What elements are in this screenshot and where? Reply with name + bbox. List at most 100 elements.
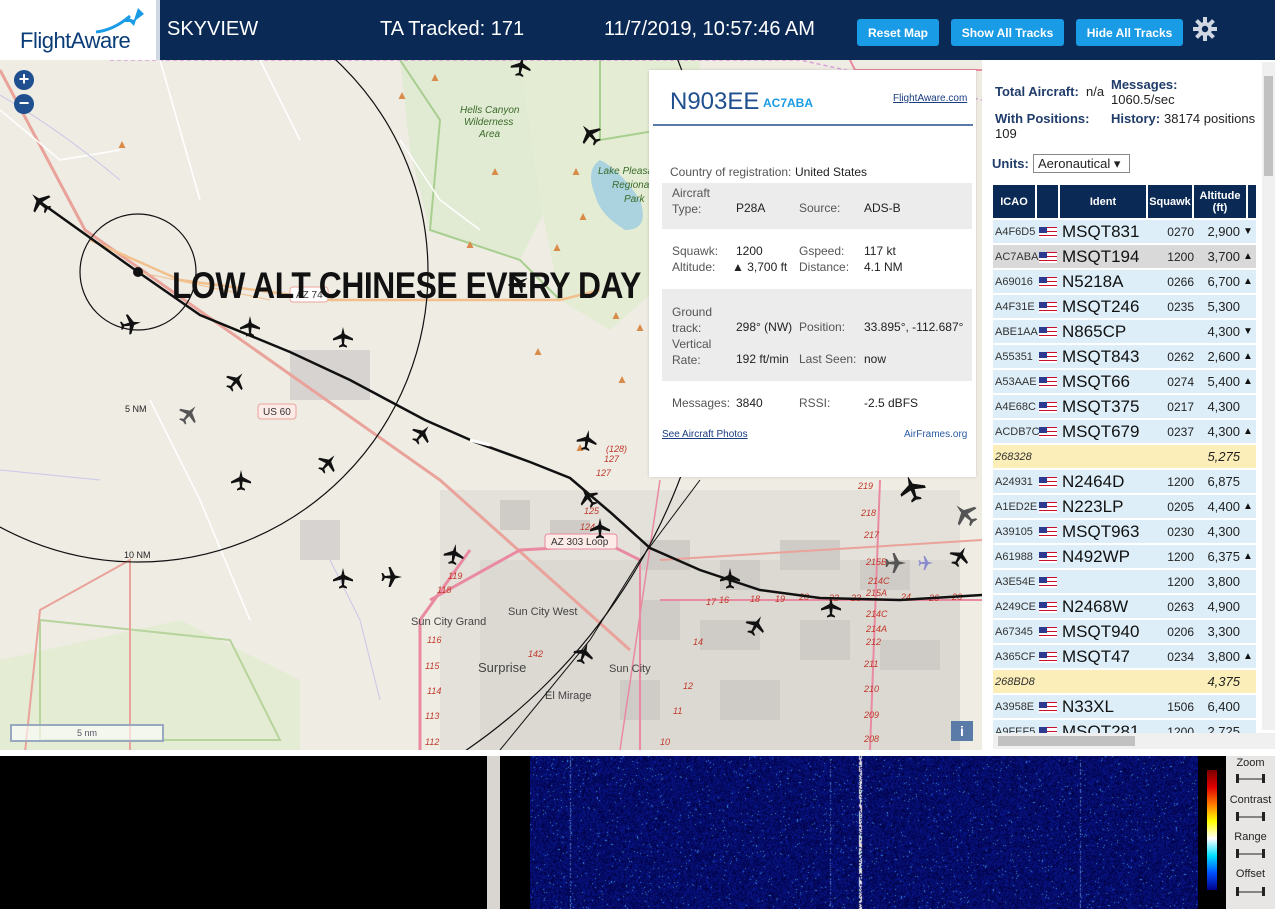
row-squawk: 1200	[1167, 575, 1194, 589]
table-row[interactable]: A4E68C MSQT375 0217 4,300	[993, 395, 1256, 419]
contrast-slider[interactable]	[1236, 812, 1266, 821]
svg-text:10: 10	[660, 737, 670, 747]
row-ident: MSQT246	[1062, 297, 1140, 316]
svg-text:112: 112	[425, 737, 439, 747]
us-flag-icon	[1039, 527, 1057, 538]
zoom-out-button[interactable]: −	[14, 94, 34, 114]
col-header-squawk[interactable]: Squawk	[1148, 185, 1194, 218]
ring-label-10nm: 10 NM	[124, 550, 151, 560]
row-icao: 268328	[995, 451, 1032, 463]
svg-text:214C: 214C	[865, 609, 888, 619]
altitude-value: ▲ 3,700 ft	[732, 260, 788, 274]
zoom-in-button[interactable]: +	[14, 70, 34, 90]
flightaware-link[interactable]: FlightAware.com	[893, 93, 967, 104]
row-squawk: 1506	[1167, 700, 1194, 714]
row-ident: MSQT940	[1062, 622, 1140, 641]
row-squawk: 0263	[1167, 600, 1194, 614]
table-row[interactable]: A4F6D5 MSQT831 0270 2,900 ▼	[993, 220, 1256, 244]
row-icao: A249CE	[995, 601, 1036, 613]
row-altitude: 6,875	[1207, 474, 1240, 489]
source-value: ADS-B	[864, 201, 901, 215]
table-row[interactable]: A3E54E 1200 3,800	[993, 570, 1256, 594]
us-flag-icon	[1039, 352, 1057, 363]
table-row[interactable]: AC7ABA MSQT194 1200 3,700 ▲	[993, 245, 1256, 269]
col-header-ident[interactable]: Ident	[1060, 185, 1148, 218]
table-row[interactable]: A55351 MSQT843 0262 2,600 ▲	[993, 345, 1256, 369]
zoom-slider[interactable]	[1236, 774, 1266, 783]
svg-text:17: 17	[706, 597, 717, 607]
table-row[interactable]: A61988 N492WP 1200 6,375 ▲	[993, 545, 1256, 569]
waterfall-colorbar	[1207, 770, 1217, 890]
row-icao: A39105	[995, 526, 1033, 538]
overlay-caption: LOW ALT CHINESE EVERY DAY	[172, 265, 641, 306]
table-row[interactable]: A67345 MSQT940 0206 3,300	[993, 620, 1256, 644]
row-ident: N492WP	[1062, 547, 1131, 566]
row-squawk: 0230	[1167, 525, 1194, 539]
table-row[interactable]: A24931 N2464D 1200 6,875	[993, 470, 1256, 494]
row-squawk: 0237	[1167, 425, 1194, 439]
table-row[interactable]: A249CE N2468W 0263 4,900	[993, 595, 1256, 619]
range-slider[interactable]	[1236, 849, 1266, 858]
svg-text:218: 218	[860, 508, 876, 518]
table-row[interactable]: ACDB7C MSQT679 0237 4,300 ▲	[993, 420, 1256, 444]
map-info-button[interactable]: i	[951, 721, 973, 741]
table-vertical-scroll-thumb[interactable]	[1264, 76, 1273, 176]
aircraft-photos-link[interactable]: See Aircraft Photos	[662, 429, 748, 440]
us-flag-icon	[1039, 277, 1057, 288]
table-row[interactable]: A365CF MSQT47 0234 3,800 ▲	[993, 645, 1256, 669]
range-label: Range	[1234, 831, 1267, 843]
table-row[interactable]: A69016 N5218A 0266 6,700 ▲	[993, 270, 1256, 294]
reset-map-button[interactable]: Reset Map	[857, 19, 939, 46]
row-ident: N33XL	[1062, 697, 1114, 716]
col-header-extra[interactable]	[1248, 185, 1256, 218]
svg-text:116: 116	[427, 635, 441, 645]
lastseen-value: now	[864, 352, 887, 366]
row-squawk	[1152, 445, 1194, 469]
flightaware-logo[interactable]: FlightAware	[0, 0, 160, 60]
row-squawk: 1200	[1167, 250, 1194, 264]
hide-all-tracks-button[interactable]: Hide All Tracks	[1076, 19, 1183, 46]
table-row[interactable]: A4F31E MSQT246 0235 5,300	[993, 295, 1256, 319]
row-ident: N865CP	[1062, 322, 1127, 341]
with-positions-value: 109	[995, 126, 1017, 141]
position-value: 33.895°, -112.687°	[864, 320, 964, 334]
airframes-link[interactable]: AirFrames.org	[904, 429, 967, 440]
table-row[interactable]: A39105 MSQT963 0230 4,300	[993, 520, 1256, 544]
table-row[interactable]: A3958E N33XL 1506 6,400	[993, 695, 1256, 719]
pane-splitter[interactable]	[487, 756, 500, 909]
row-icao: A4E68C	[995, 401, 1036, 413]
row-squawk	[1152, 670, 1194, 694]
row-ident: MSQT679	[1062, 422, 1140, 441]
site-name: SKYVIEW	[167, 18, 259, 40]
units-label: Units:	[992, 156, 1029, 171]
svg-text:142: 142	[528, 649, 543, 659]
waterfall-display[interactable]	[530, 756, 1198, 909]
spectrum-left-pane	[0, 756, 487, 909]
table-row[interactable]: 268BD8 4,375	[993, 670, 1256, 694]
waterfall-controls: Zoom Contrast Range Offset	[1226, 756, 1275, 909]
table-row[interactable]: A1ED2E N223LP 0205 4,400 ▲	[993, 495, 1256, 519]
table-row[interactable]: ABE1AA N865CP 4,300 ▼	[993, 320, 1256, 344]
show-all-tracks-button[interactable]: Show All Tracks	[951, 19, 1064, 46]
total-aircraft-label: Total Aircraft:	[995, 84, 1079, 99]
us-flag-icon	[1039, 502, 1057, 513]
squawk-value: 1200	[736, 244, 763, 258]
row-squawk: 0266	[1167, 275, 1194, 289]
table-row[interactable]: 268328 5,275	[993, 445, 1256, 469]
scale-label: 5 nm	[76, 728, 97, 738]
units-select[interactable]: Aeronautical ▾	[1033, 154, 1130, 173]
table-horizontal-scroll-thumb[interactable]	[998, 736, 1135, 746]
col-header-icao[interactable]: ICAO	[993, 185, 1037, 218]
info-divider	[653, 124, 973, 126]
svg-text:118: 118	[437, 585, 451, 595]
table-row[interactable]: A53AAE MSQT66 0274 5,400 ▲	[993, 370, 1256, 394]
row-icao: ABE1AA	[995, 326, 1038, 338]
row-altitude: 6,400	[1207, 699, 1240, 714]
waterfall-margin	[500, 756, 530, 909]
map-view[interactable]: 5 NM 10 NM AZ 74 US 60 AZ 303 Loop Hells…	[0, 60, 982, 750]
col-header-flag[interactable]	[1037, 185, 1060, 218]
road-us60: US 60	[263, 407, 291, 418]
gear-icon[interactable]	[1192, 16, 1218, 42]
offset-slider[interactable]	[1236, 887, 1266, 896]
col-header-altitude[interactable]: Altitude (ft)	[1194, 185, 1248, 218]
